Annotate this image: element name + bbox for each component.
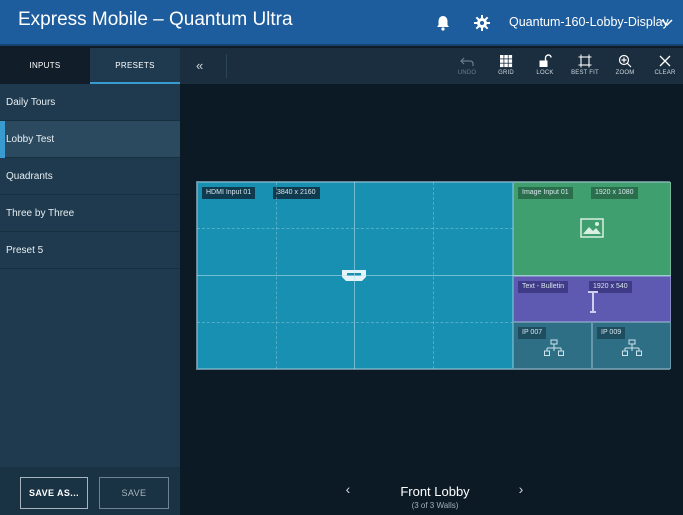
preset-label: Lobby Test [6, 134, 55, 145]
preset-label: Three by Three [6, 208, 75, 219]
window-name-tag: Text - Bulletin [518, 281, 569, 293]
lock-button[interactable]: LOCK [530, 52, 560, 82]
video-wall[interactable]: HDMI Input 01 3840 x 2160 Image Input 01… [196, 181, 671, 370]
previous-wall-button[interactable]: ‹ [342, 482, 354, 496]
grid-subline [197, 228, 513, 229]
undo-label: UNDO [457, 70, 477, 76]
preset-label: Quadrants [6, 171, 53, 182]
grid-subline [433, 182, 434, 369]
preset-item-quadrants[interactable]: Quadrants [0, 158, 180, 195]
clear-button[interactable]: CLEAR [650, 52, 680, 82]
lock-label: LOCK [536, 70, 554, 76]
sidebar: INPUTS PRESETS Daily Tours Lobby Test Qu… [0, 48, 180, 515]
wall-navigator: ‹ Front Lobby (3 of 3 Walls) › [180, 465, 683, 515]
best-fit-button[interactable]: BEST FIT [570, 52, 600, 82]
app-header: Express Mobile – Quantum Ultra Quantum-1… [0, 0, 683, 46]
save-button[interactable]: SAVE [99, 477, 169, 509]
clear-label: CLEAR [654, 70, 676, 76]
window-resolution-tag: 1920 x 1080 [591, 187, 638, 199]
window-text-bulletin[interactable]: Text - Bulletin 1920 x 540 [513, 276, 671, 322]
sidebar-footer: SAVE AS... SAVE [0, 467, 180, 515]
wall-name: Front Lobby [400, 484, 470, 499]
window-ip-007[interactable]: IP 007 [513, 322, 592, 369]
toolbar: « UNDO GRID LOCK BEST FIT ZOOM CLEAR [180, 48, 683, 84]
grid-subline [197, 322, 513, 323]
device-selector-label[interactable]: Quantum-160-Lobby-Display [509, 15, 669, 29]
grid-line [197, 275, 671, 276]
sidebar-tabs: INPUTS PRESETS [0, 48, 180, 84]
best-fit-icon [578, 54, 592, 68]
preset-item-preset-5[interactable]: Preset 5 [0, 232, 180, 269]
preset-item-lobby-test[interactable]: Lobby Test [0, 121, 180, 158]
gear-icon[interactable] [473, 14, 491, 32]
zoom-label: ZOOM [615, 70, 635, 76]
text-cursor-icon [586, 291, 600, 318]
undo-icon [460, 57, 474, 66]
preset-label: Daily Tours [6, 97, 56, 108]
preset-list: Daily Tours Lobby Test Quadrants Three b… [0, 84, 180, 269]
preset-label: Preset 5 [6, 245, 44, 256]
save-as-button[interactable]: SAVE AS... [20, 477, 88, 509]
window-ip-009[interactable]: IP 009 [592, 322, 671, 369]
next-wall-button[interactable]: › [515, 482, 527, 496]
grid-label: GRID [498, 70, 514, 76]
unlock-icon [539, 54, 552, 67]
window-name-tag: IP 007 [518, 327, 547, 339]
preset-item-daily-tours[interactable]: Daily Tours [0, 84, 180, 121]
network-icon [543, 339, 565, 362]
grid-subline [276, 182, 277, 369]
network-icon [621, 339, 643, 362]
window-name-tag: Image Input 01 [518, 187, 573, 199]
best-fit-label: BEST FIT [571, 70, 599, 76]
window-name-tag: IP 009 [597, 327, 626, 339]
close-icon [659, 55, 671, 67]
image-icon [580, 218, 604, 243]
collapse-sidebar-button[interactable]: « [196, 58, 212, 74]
wall-count: (3 of 3 Walls) [411, 501, 459, 510]
window-resolution-tag: 3840 x 2160 [273, 187, 320, 199]
zoom-button[interactable]: ZOOM [610, 52, 640, 82]
toolbar-divider [226, 54, 227, 78]
app-title: Express Mobile – Quantum Ultra [18, 9, 293, 30]
tab-inputs[interactable]: INPUTS [0, 48, 90, 84]
tab-presets[interactable]: PRESETS [90, 48, 180, 84]
bell-icon[interactable] [434, 14, 452, 32]
grid-button[interactable]: GRID [491, 52, 521, 82]
window-name-tag: HDMI Input 01 [202, 187, 256, 199]
grid-icon [500, 55, 513, 68]
window-image-input-01[interactable]: Image Input 01 1920 x 1080 [513, 182, 671, 276]
undo-button[interactable]: UNDO [452, 52, 482, 82]
preset-item-three-by-three[interactable]: Three by Three [0, 195, 180, 232]
chevron-down-icon[interactable] [660, 14, 674, 30]
zoom-icon [618, 54, 632, 68]
